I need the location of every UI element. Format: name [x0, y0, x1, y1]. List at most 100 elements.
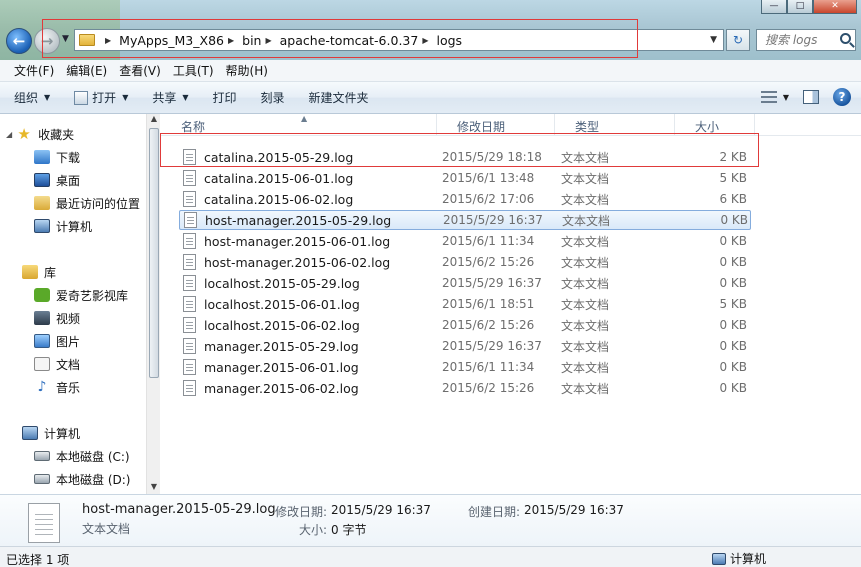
table-row[interactable]: catalina.2015-06-01.log 2015/6/1 13:48 文本文… — [179, 168, 751, 188]
table-row[interactable]: localhost.2015-05-29.log 2015/5/29 16:37 文… — [179, 273, 751, 293]
help-icon[interactable]: ? — [833, 88, 851, 106]
column-type[interactable]: 类型 — [555, 114, 675, 136]
share-button[interactable]: 共享 ▼ — [152, 89, 188, 106]
file-type: 文本文档 — [561, 192, 610, 207]
nav-music[interactable]: ♪ 音乐 — [34, 377, 80, 397]
table-row[interactable]: manager.2015-06-02.log 2015/6/2 15:26 文本文档… — [179, 378, 751, 398]
breadcrumb-separator[interactable]: ▶ — [265, 36, 271, 45]
address-bar[interactable]: ▶ MyApps_M3_X86 ▶ bin ▶ apache-tomcat-6.… — [74, 29, 724, 51]
file-date: 2015/6/2 15:26 — [442, 381, 535, 395]
nav-scrollbar[interactable]: ▲ ▼ — [146, 114, 160, 494]
documents-icon — [34, 357, 50, 371]
organize-button[interactable]: 组织 ▼ — [14, 89, 50, 106]
column-date[interactable]: 修改日期 — [437, 114, 555, 136]
text-file-icon — [184, 212, 197, 228]
file-type: 文本文档 — [561, 171, 610, 186]
open-button[interactable]: 打开 ▼ — [74, 89, 128, 106]
scroll-thumb[interactable] — [149, 128, 159, 378]
column-name[interactable]: 名称 — [161, 114, 437, 136]
search-input[interactable] — [765, 33, 835, 47]
refresh-button[interactable]: ↻ — [726, 29, 750, 51]
nav-drive-c[interactable]: 本地磁盘 (C:) — [34, 446, 130, 466]
nav-recent[interactable]: 最近访问的位置 — [34, 193, 140, 213]
scroll-down-icon[interactable]: ▼ — [147, 482, 161, 494]
library-icon — [22, 265, 38, 279]
file-list: 名称 ▲ 修改日期 类型 大小 catalina.2015-05-29.log 2… — [161, 114, 861, 494]
table-row[interactable]: localhost.2015-06-01.log 2015/6/1 18:51 文本… — [179, 294, 751, 314]
menu-tools[interactable]: 工具(T) — [167, 62, 220, 79]
nav-pictures[interactable]: 图片 — [34, 331, 80, 351]
menu-help[interactable]: 帮助(H) — [220, 62, 274, 79]
breadcrumb-separator[interactable]: ▶ — [228, 36, 234, 45]
file-type: 文本文档 — [561, 234, 610, 249]
table-row[interactable]: host-manager.2015-05-29.log 2015/5/29 16:… — [179, 210, 751, 230]
chevron-down-icon: ▼ — [782, 92, 789, 102]
print-button[interactable]: 打印 — [213, 89, 237, 106]
menu-edit[interactable]: 编辑(E) — [60, 62, 113, 79]
nav-library[interactable]: 库 — [22, 262, 56, 282]
back-button[interactable]: ← — [6, 28, 32, 54]
column-size[interactable]: 大小 — [675, 114, 755, 136]
text-file-icon — [28, 503, 60, 543]
burn-button[interactable]: 刻录 — [261, 89, 285, 106]
close-button[interactable]: ✕ — [813, 0, 857, 14]
nav-documents[interactable]: 文档 — [34, 354, 80, 374]
scroll-up-icon[interactable]: ▲ — [147, 114, 161, 126]
text-file-icon — [183, 338, 196, 354]
table-row[interactable]: catalina.2015-05-29.log 2015/5/29 18:18 文本… — [179, 147, 751, 167]
nav-iqiyi[interactable]: 爱奇艺影视库 — [34, 285, 128, 305]
breadcrumb-bin[interactable]: bin — [242, 33, 261, 48]
file-date: 2015/5/29 16:37 — [442, 276, 542, 290]
nav-computer[interactable]: 计算机 — [22, 423, 80, 443]
music-icon: ♪ — [37, 379, 47, 395]
file-date: 2015/5/29 18:18 — [442, 150, 542, 164]
recent-pages-dropdown[interactable]: ▼ — [62, 34, 69, 44]
search-box[interactable] — [756, 29, 856, 51]
new-folder-button[interactable]: 新建文件夹 — [309, 89, 369, 106]
file-size: 5 KB — [719, 297, 747, 311]
address-dropdown[interactable]: ▼ — [710, 35, 717, 45]
maximize-button[interactable]: □ — [787, 0, 813, 14]
nav-pictures-label: 图片 — [56, 334, 81, 349]
nav-music-label: 音乐 — [56, 380, 81, 395]
title-bar: — □ ✕ ← → ▼ ▶ MyApps_M3_X86 ▶ bin ▶ apac… — [0, 0, 861, 60]
nav-video[interactable]: 视频 — [34, 308, 80, 328]
file-name: manager.2015-05-29.log — [204, 338, 359, 354]
computer-icon — [712, 552, 726, 565]
table-row[interactable]: catalina.2015-06-02.log 2015/6/2 17:06 文本文… — [179, 189, 751, 209]
collapse-icon[interactable]: ◢ — [6, 130, 12, 139]
view-list-icon — [760, 91, 777, 103]
breadcrumb-logs[interactable]: logs — [436, 33, 462, 48]
text-file-icon — [183, 254, 196, 270]
file-date: 2015/6/2 15:26 — [442, 318, 535, 332]
breadcrumb-myapps[interactable]: MyApps_M3_X86 — [119, 33, 224, 48]
nav-downloads[interactable]: 下载 — [34, 147, 80, 167]
table-row[interactable]: manager.2015-06-01.log 2015/6/1 11:34 文本文档… — [179, 357, 751, 377]
file-name: host-manager.2015-06-02.log — [204, 254, 391, 270]
table-row[interactable]: host-manager.2015-06-02.log 2015/6/2 15:2… — [179, 252, 751, 272]
preview-pane-icon[interactable] — [803, 90, 819, 104]
breadcrumb-tomcat[interactable]: apache-tomcat-6.0.37 — [280, 33, 419, 48]
breadcrumb-separator[interactable]: ▶ — [422, 36, 428, 45]
nav-computer-favorite[interactable]: 计算机 — [34, 216, 92, 236]
change-view-button[interactable]: ▼ — [760, 91, 789, 103]
file-size: 0 KB — [719, 276, 747, 290]
table-row[interactable]: host-manager.2015-06-01.log 2015/6/1 11:3… — [179, 231, 751, 251]
file-size: 5 KB — [719, 171, 747, 185]
file-date: 2015/5/29 16:37 — [443, 213, 543, 227]
table-row[interactable]: localhost.2015-06-02.log 2015/6/2 15:26 文本… — [179, 315, 751, 335]
forward-button[interactable]: → — [34, 28, 60, 54]
breadcrumb-separator[interactable]: ▶ — [105, 36, 111, 45]
menu-view[interactable]: 查看(V) — [113, 62, 167, 79]
window-controls: — □ ✕ — [761, 0, 857, 14]
minimize-button[interactable]: — — [761, 0, 787, 14]
nav-desktop[interactable]: 桌面 — [34, 170, 80, 190]
file-date: 2015/6/1 11:34 — [442, 234, 535, 248]
nav-drive-d[interactable]: 本地磁盘 (D:) — [34, 469, 130, 489]
file-date: 2015/6/1 18:51 — [442, 297, 535, 311]
menu-file[interactable]: 文件(F) — [8, 62, 60, 79]
search-icon[interactable] — [840, 33, 851, 44]
computer-icon — [34, 219, 50, 233]
nav-favorites[interactable]: ◢ ★ 收藏夹 — [6, 124, 74, 144]
table-row[interactable]: manager.2015-05-29.log 2015/5/29 16:37 文本文… — [179, 336, 751, 356]
